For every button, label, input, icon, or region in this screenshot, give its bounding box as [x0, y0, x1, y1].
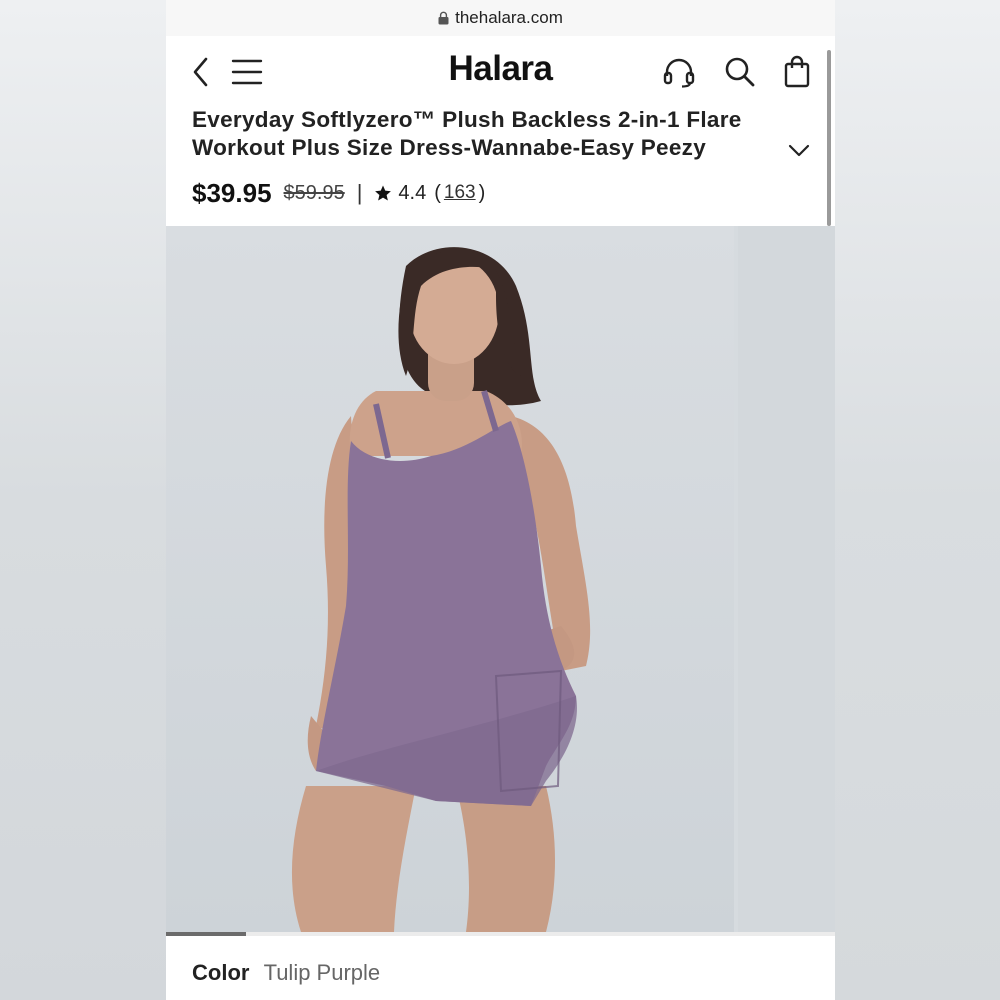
right-backdrop [835, 0, 1000, 1000]
url-bar[interactable]: thehalara.com [166, 0, 835, 36]
cart-button[interactable] [780, 55, 814, 89]
page-scrollbar[interactable] [827, 50, 831, 226]
next-photo-preview[interactable] [738, 226, 835, 932]
expand-title-button[interactable] [786, 137, 812, 163]
search-icon [725, 57, 755, 87]
search-button[interactable] [723, 55, 757, 89]
price-row: $39.95 $59.95 | 4.4 ( 163 ) [192, 176, 488, 210]
lock-icon [438, 11, 449, 25]
product-gallery[interactable] [166, 226, 835, 932]
color-label: Color [192, 960, 250, 985]
color-selection: Color Tulip Purple [192, 960, 380, 986]
url-text: thehalara.com [455, 8, 563, 27]
close-paren: ) [478, 181, 486, 204]
left-backdrop [0, 0, 166, 1000]
shopping-bag-icon [784, 55, 810, 88]
gallery-progress-fill [166, 932, 247, 936]
product-title: Everyday Softlyzero™ Plush Backless 2-in… [192, 107, 742, 160]
open-paren: ( [434, 181, 441, 204]
divider: | [356, 180, 363, 205]
site-header: Halara [166, 37, 835, 103]
rating-value: 4.4 [398, 181, 427, 204]
review-count-link[interactable]: 163 [444, 182, 476, 204]
model-illustration [166, 226, 734, 932]
chevron-down-icon [788, 144, 810, 157]
star-icon [375, 185, 392, 201]
color-value: Tulip Purple [263, 960, 381, 985]
product-photo[interactable] [166, 226, 734, 932]
phone-screen: thehalara.com Halara Everyday Softlyzero… [166, 0, 835, 1000]
headset-icon [663, 58, 695, 88]
gallery-progress [166, 932, 835, 936]
sale-price: $39.95 [192, 177, 272, 208]
customer-service-button[interactable] [662, 55, 696, 89]
original-price: $59.95 [283, 181, 345, 204]
